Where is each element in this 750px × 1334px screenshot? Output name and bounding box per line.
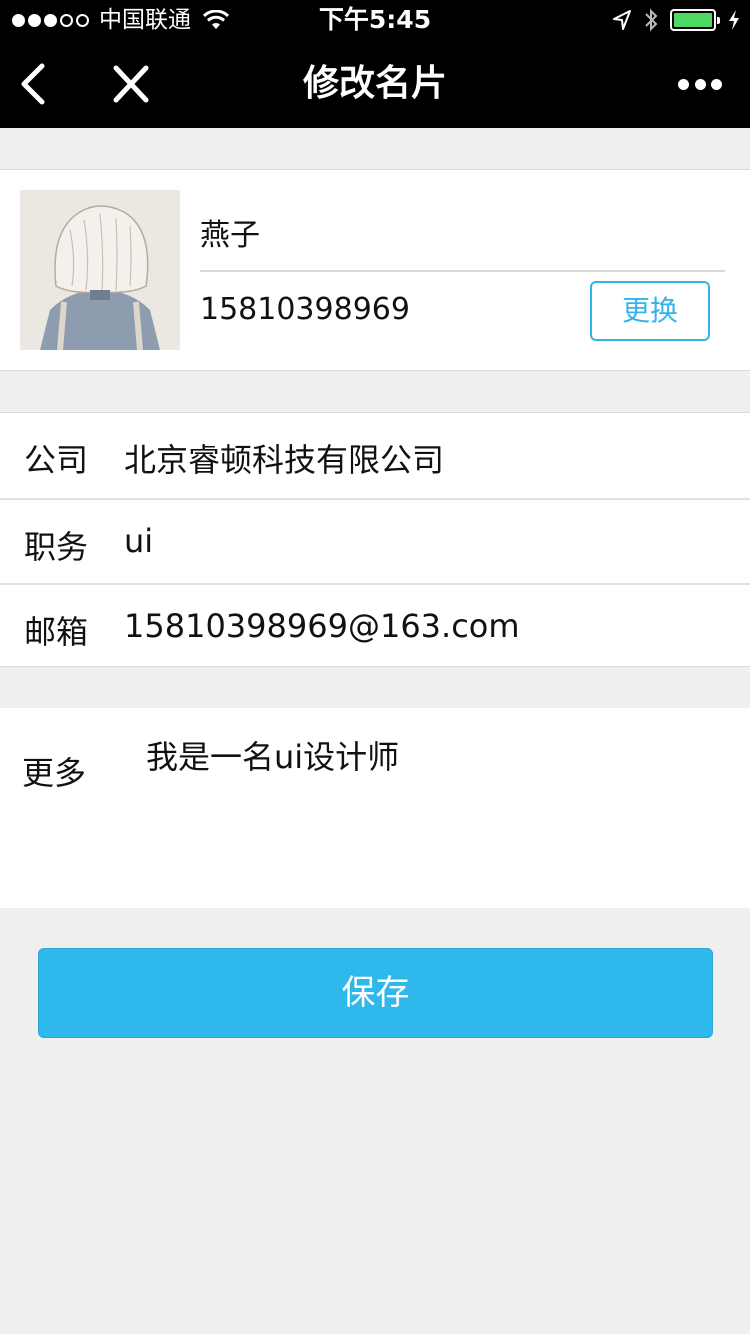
avatar-illustration (20, 190, 180, 350)
info-list: 公司 北京睿顿科技有限公司 职务 ui 邮箱 15810398969@163.c… (0, 412, 750, 667)
list-item-company[interactable]: 公司 北京睿顿科技有限公司 (0, 413, 750, 498)
close-button[interactable] (110, 62, 152, 106)
card-name: 燕子 (200, 218, 260, 253)
location-arrow-icon (613, 10, 631, 30)
navigation-bar: 修改名片 (0, 40, 750, 128)
profile-card: 燕子 15810398969 更换 (0, 169, 750, 371)
list-item-position[interactable]: 职务 ui (0, 498, 750, 583)
change-avatar-button[interactable]: 更换 (590, 281, 710, 341)
top-bar: 中国联通 下午5:45 修改名片 (0, 0, 750, 128)
more-horizontal-icon (678, 78, 689, 90)
charging-bolt-icon (729, 10, 739, 30)
chevron-left-icon (21, 63, 45, 105)
more-label: 更多 (22, 754, 87, 792)
more-textarea[interactable]: 我是一名ui设计师 (146, 732, 726, 892)
more-section: 更多 我是一名ui设计师 (0, 708, 750, 908)
email-label: 邮箱 (24, 613, 89, 651)
back-button[interactable] (14, 60, 54, 108)
company-label: 公司 (24, 441, 89, 479)
battery-icon (670, 9, 720, 31)
list-item-email[interactable]: 邮箱 15810398969@163.com (0, 583, 750, 668)
more-options-button[interactable] (678, 76, 722, 92)
avatar[interactable] (20, 190, 180, 350)
close-icon (113, 65, 149, 103)
divider (200, 270, 725, 272)
card-phone: 15810398969 (200, 292, 410, 327)
position-field[interactable]: ui (124, 522, 724, 560)
position-label: 职务 (24, 528, 89, 566)
bluetooth-icon (645, 8, 658, 32)
status-bar: 中国联通 下午5:45 (0, 0, 750, 40)
email-field[interactable]: 15810398969@163.com (124, 607, 724, 645)
company-field[interactable]: 北京睿顿科技有限公司 (124, 435, 724, 481)
save-button[interactable]: 保存 (38, 948, 713, 1038)
